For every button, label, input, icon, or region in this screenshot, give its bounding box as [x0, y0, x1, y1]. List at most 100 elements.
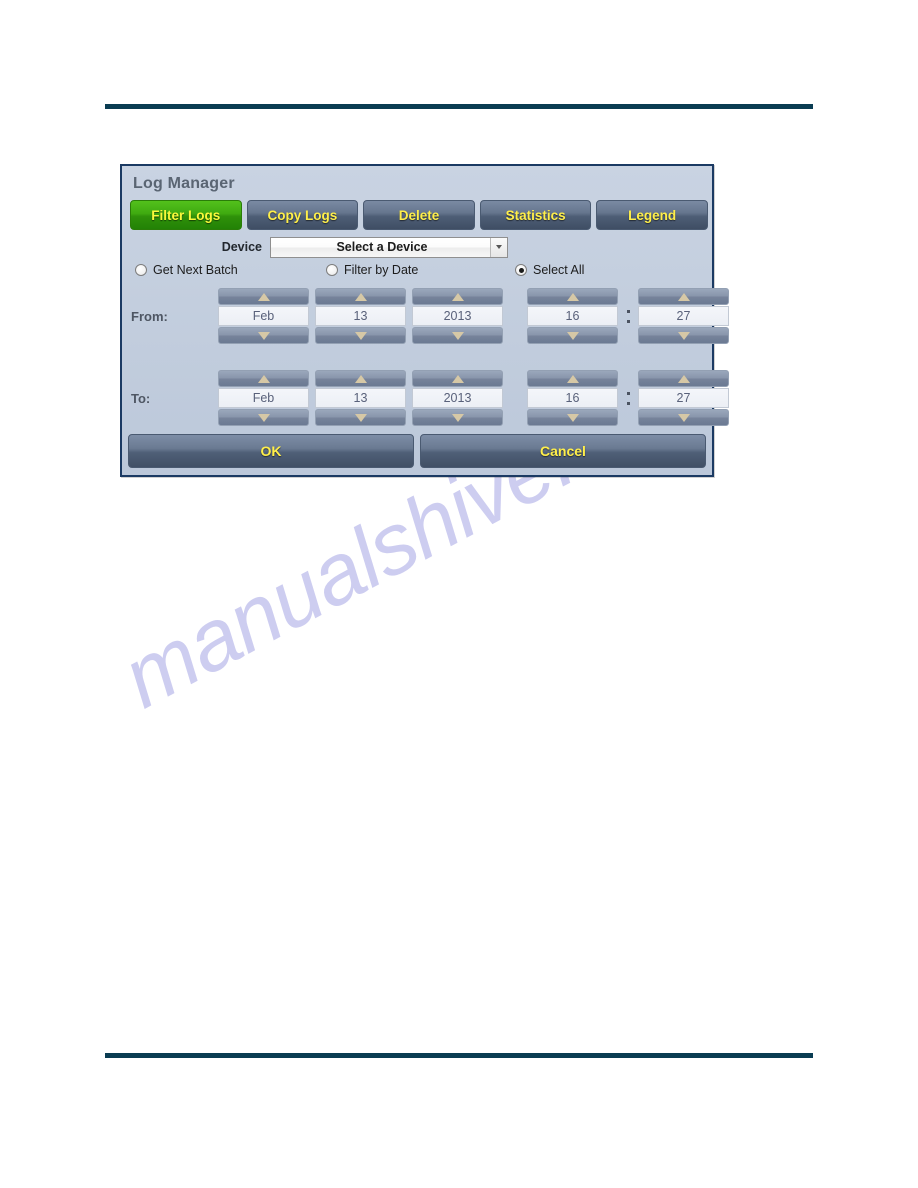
to-year-spinner: 2013 — [412, 370, 503, 426]
to-year-decrement-button[interactable] — [412, 409, 503, 426]
tab-delete-label: Delete — [398, 207, 440, 223]
triangle-down-icon — [451, 331, 464, 340]
triangle-down-icon — [566, 413, 579, 422]
from-year-spinner: 2013 — [412, 288, 503, 344]
tab-legend[interactable]: Legend — [596, 200, 708, 230]
tab-filter-logs[interactable]: Filter Logs — [130, 200, 242, 230]
from-month-decrement-button[interactable] — [218, 327, 309, 344]
from-label: From: — [131, 308, 168, 324]
to-day-increment-button[interactable] — [315, 370, 406, 387]
to-year-value[interactable]: 2013 — [412, 388, 503, 408]
to-year-increment-button[interactable] — [412, 370, 503, 387]
to-minute-value[interactable]: 27 — [638, 388, 729, 408]
to-hour-decrement-button[interactable] — [527, 409, 618, 426]
dialog-footer: OK Cancel — [128, 434, 706, 468]
triangle-down-icon — [677, 331, 690, 340]
radio-filter-by-date[interactable]: Filter by Date — [326, 263, 418, 277]
from-hour-value[interactable]: 16 — [527, 306, 618, 326]
from-hour-increment-button[interactable] — [527, 288, 618, 305]
to-minute-increment-button[interactable] — [638, 370, 729, 387]
radio-select-all[interactable]: Select All — [515, 263, 584, 277]
colon-dot-lower — [626, 319, 630, 323]
radio-get-next-batch-indicator — [135, 264, 147, 276]
from-year-value[interactable]: 2013 — [412, 306, 503, 326]
mode-radio-group: Get Next Batch Filter by Date Select All — [130, 263, 708, 283]
from-month-spinner: Feb — [218, 288, 309, 344]
to-day-decrement-button[interactable] — [315, 409, 406, 426]
tab-copy-logs-label: Copy Logs — [267, 207, 338, 223]
tab-delete[interactable]: Delete — [363, 200, 475, 230]
chevron-down-glyph — [496, 245, 502, 249]
tab-statistics[interactable]: Statistics — [479, 200, 592, 230]
to-day-spinner: 13 — [315, 370, 406, 426]
triangle-down-icon — [451, 413, 464, 422]
from-hour-spinner: 16 — [527, 288, 618, 344]
from-hour-decrement-button[interactable] — [527, 327, 618, 344]
from-month-increment-button[interactable] — [218, 288, 309, 305]
colon-dot-upper — [626, 391, 630, 395]
to-minute-decrement-button[interactable] — [638, 409, 729, 426]
to-time-colon-separator — [624, 385, 632, 411]
chevron-down-icon[interactable] — [490, 237, 507, 257]
triangle-up-icon — [257, 374, 270, 383]
triangle-up-icon — [677, 374, 690, 383]
ok-button[interactable]: OK — [128, 434, 414, 468]
from-minute-increment-button[interactable] — [638, 288, 729, 305]
from-day-spinner: 13 — [315, 288, 406, 344]
triangle-down-icon — [257, 413, 270, 422]
from-spinner-group: Feb 13 2013 16 27 — [218, 288, 729, 344]
radio-get-next-batch[interactable]: Get Next Batch — [135, 263, 238, 277]
to-label: To: — [131, 390, 151, 406]
from-time-colon-separator — [624, 303, 632, 329]
triangle-down-icon — [354, 413, 367, 422]
to-day-value[interactable]: 13 — [315, 388, 406, 408]
to-spinner-group: Feb 13 2013 16 27 — [218, 370, 729, 426]
triangle-down-icon — [677, 413, 690, 422]
from-day-increment-button[interactable] — [315, 288, 406, 305]
triangle-up-icon — [354, 374, 367, 383]
triangle-up-icon — [451, 292, 464, 301]
ok-button-label: OK — [260, 443, 282, 459]
cancel-button[interactable]: Cancel — [420, 434, 706, 468]
to-datetime-row: To: Feb 13 2013 16 27 — [122, 370, 729, 426]
colon-dot-lower — [626, 401, 630, 405]
to-month-increment-button[interactable] — [218, 370, 309, 387]
page-footer-rule — [105, 1053, 813, 1058]
triangle-up-icon — [257, 292, 270, 301]
from-day-value[interactable]: 13 — [315, 306, 406, 326]
device-label: Device — [221, 240, 262, 254]
from-day-decrement-button[interactable] — [315, 327, 406, 344]
device-row: Device Select a Device — [134, 236, 704, 258]
triangle-up-icon — [566, 374, 579, 383]
from-year-increment-button[interactable] — [412, 288, 503, 305]
triangle-down-icon — [566, 331, 579, 340]
triangle-up-icon — [451, 374, 464, 383]
to-month-decrement-button[interactable] — [218, 409, 309, 426]
from-year-decrement-button[interactable] — [412, 327, 503, 344]
to-hour-value[interactable]: 16 — [527, 388, 618, 408]
to-month-value[interactable]: Feb — [218, 388, 309, 408]
device-select[interactable]: Select a Device — [270, 236, 508, 258]
from-minute-value[interactable]: 27 — [638, 306, 729, 326]
to-hour-spinner: 16 — [527, 370, 618, 426]
triangle-up-icon — [354, 292, 367, 301]
triangle-down-icon — [354, 331, 367, 340]
tab-filter-logs-label: Filter Logs — [151, 207, 221, 223]
log-manager-dialog: Log Manager Filter Logs Copy Logs Delete… — [120, 164, 729, 477]
page-header-rule — [105, 104, 813, 109]
dialog-title: Log Manager — [133, 175, 235, 192]
from-month-value[interactable]: Feb — [218, 306, 309, 326]
radio-get-next-batch-label: Get Next Batch — [153, 263, 238, 277]
from-minute-decrement-button[interactable] — [638, 327, 729, 344]
radio-select-all-indicator — [515, 264, 527, 276]
tab-copy-logs[interactable]: Copy Logs — [246, 200, 359, 230]
tab-legend-label: Legend — [628, 207, 677, 223]
to-month-spinner: Feb — [218, 370, 309, 426]
triangle-up-icon — [566, 292, 579, 301]
tab-statistics-label: Statistics — [505, 207, 566, 223]
to-hour-increment-button[interactable] — [527, 370, 618, 387]
device-select-value: Select a Device — [336, 240, 428, 254]
to-minute-spinner: 27 — [638, 370, 729, 426]
radio-select-all-label: Select All — [533, 263, 585, 277]
radio-filter-by-date-label: Filter by Date — [344, 263, 419, 277]
